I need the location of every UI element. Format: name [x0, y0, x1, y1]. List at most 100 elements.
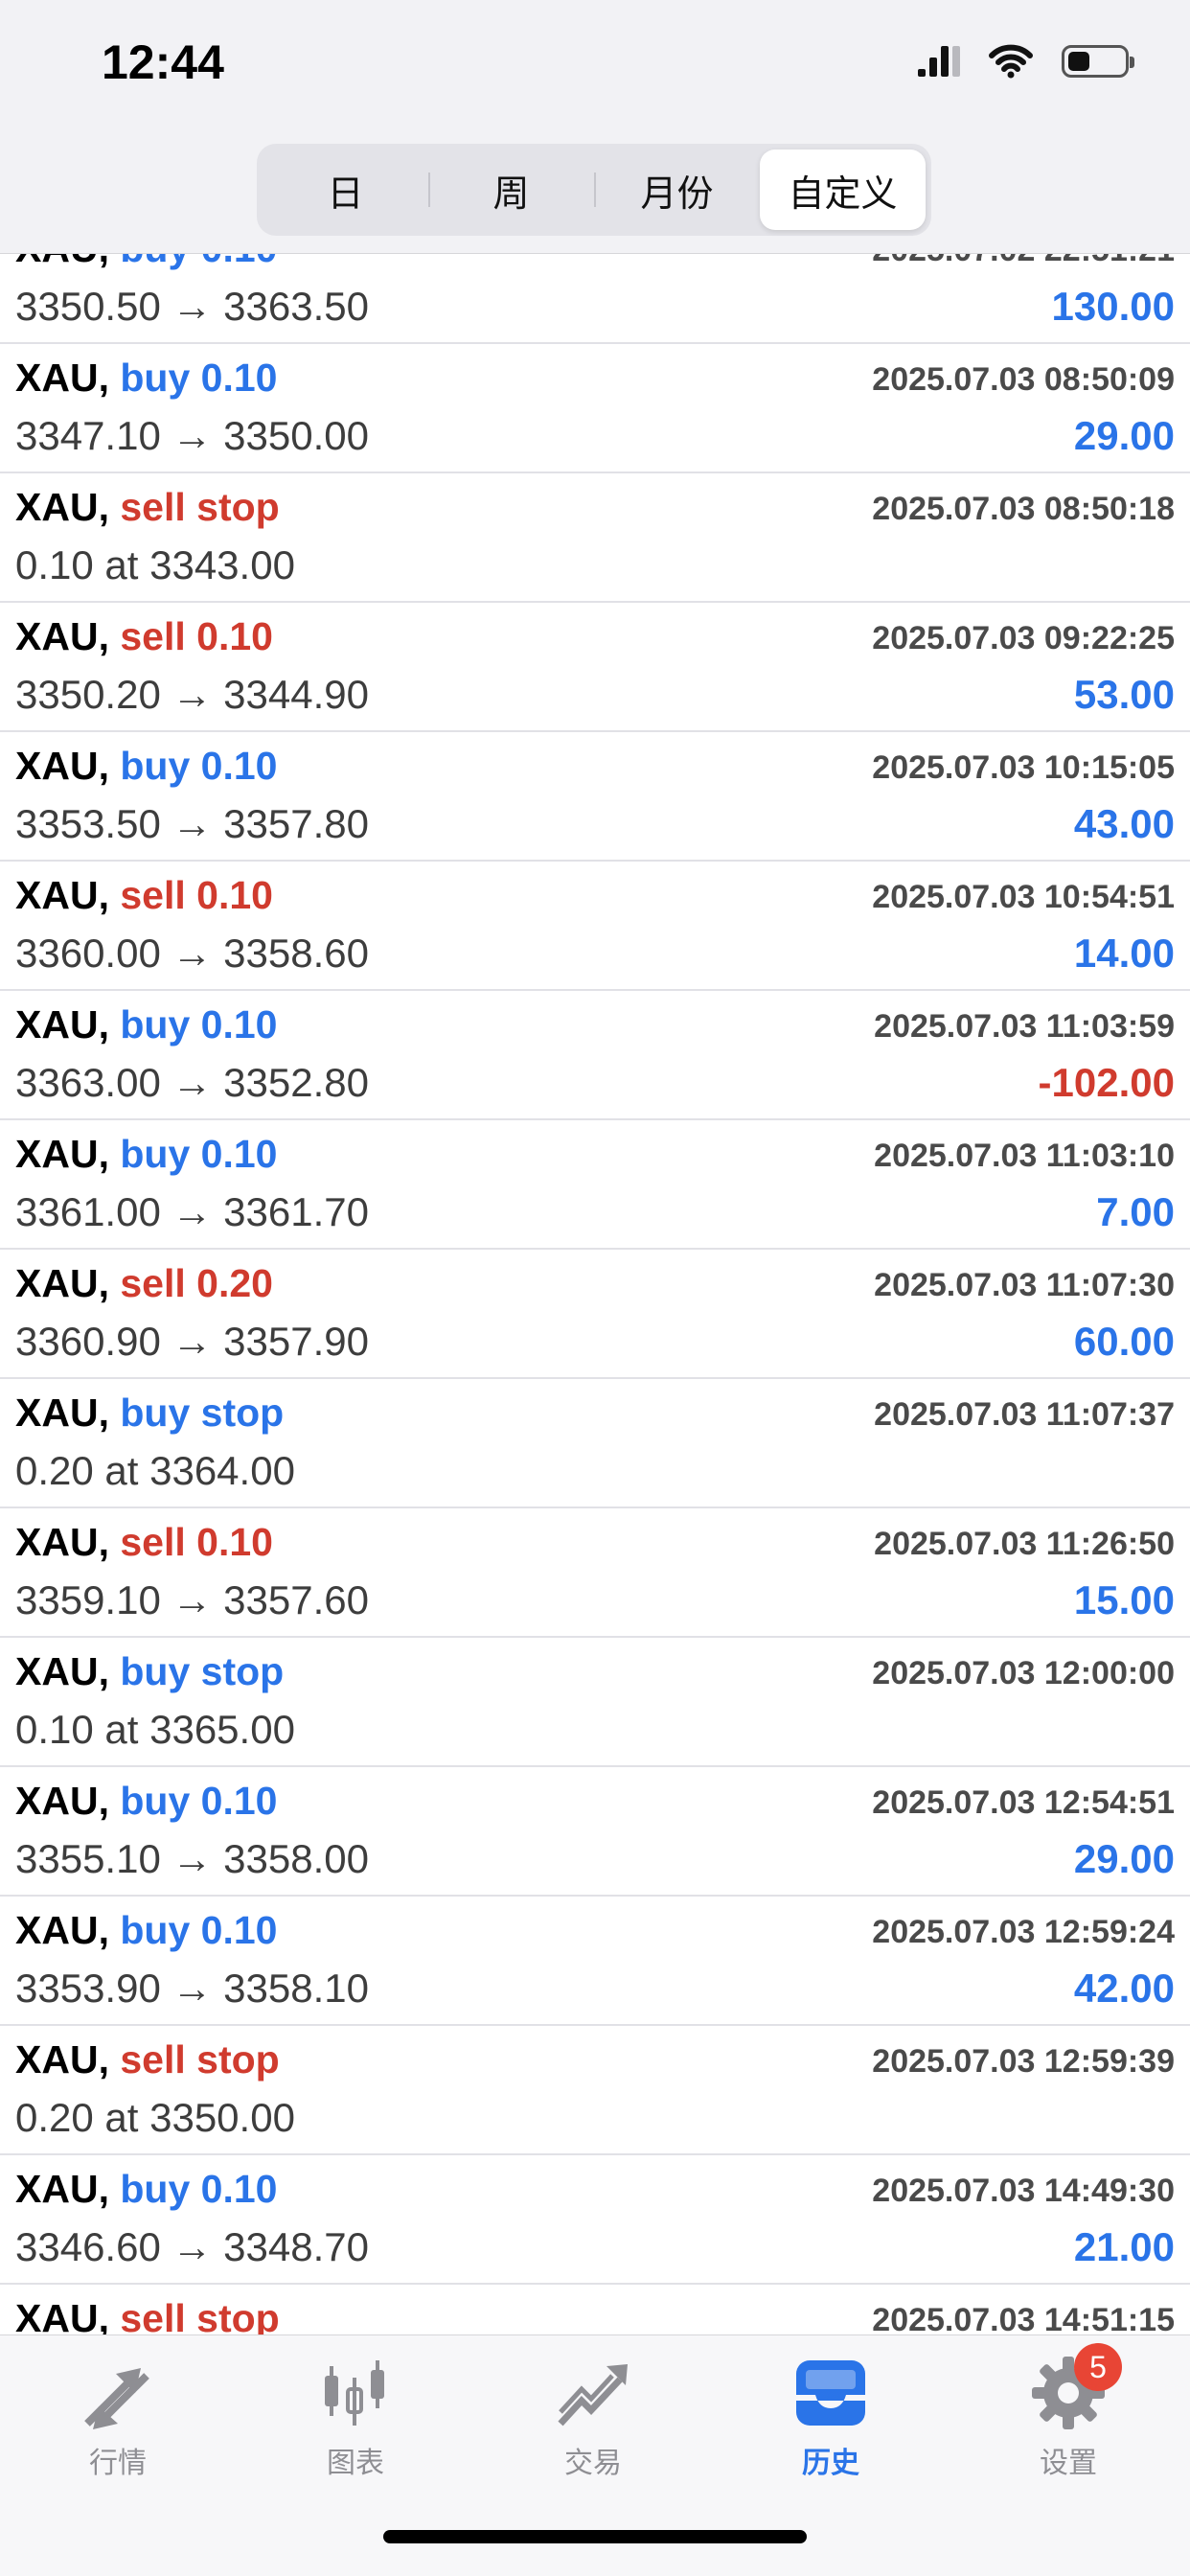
order-action: sell stop [120, 2037, 280, 2082]
battery-icon [1062, 45, 1134, 78]
order-prices: 3361.00 → 3361.70 [15, 1189, 369, 1234]
order-timestamp: 2025.07.03 12:00:00 [872, 1655, 1175, 1691]
order-prices: 0.20 at 3350.00 [15, 2095, 295, 2140]
tab-label: 图表 [327, 2448, 384, 2479]
order-title: XAU, buy 0.10 [15, 1908, 277, 1953]
order-prices: 3346.60 → 3348.70 [15, 2224, 369, 2269]
order-timestamp: 2025.07.03 10:54:51 [872, 879, 1175, 915]
order-timestamp: 2025.07.03 11:07:37 [874, 1396, 1175, 1433]
order-timestamp: 2025.07.03 09:22:25 [872, 620, 1175, 656]
home-indicator[interactable] [383, 2530, 807, 2543]
history-list[interactable]: XAU, buy 0.102025.07.02 22:51:213350.50 … [0, 215, 1190, 2414]
order-title: XAU, buy 0.10 [15, 356, 277, 401]
order-prices: 3359.10 → 3357.60 [15, 1577, 369, 1622]
order-timestamp: 2025.07.03 14:49:30 [872, 2173, 1175, 2209]
segment-tab[interactable]: 自定义 [760, 150, 926, 230]
symbol-label: XAU, [15, 1779, 109, 1823]
wifi-icon [989, 44, 1033, 79]
history-row[interactable]: XAU, sell stop 2025.07.03 08:50:18 0.10 at… [0, 473, 1190, 603]
history-row[interactable]: XAU, buy stop 2025.07.03 11:07:37 0.20 at … [0, 1379, 1190, 1508]
order-action: sell 0.20 [120, 1261, 273, 1305]
order-action: buy 0.10 [120, 1779, 278, 1823]
segment-tab[interactable]: 周 [428, 150, 594, 230]
history-row[interactable]: XAU, buy 0.10 2025.07.03 08:50:09 3347.10 … [0, 344, 1190, 473]
tab-candlestick-chart[interactable]: 图表 [260, 2353, 451, 2496]
order-profit: 29.00 [1073, 413, 1175, 458]
status-time: 12:44 [102, 35, 224, 89]
gear-icon: 5 [1028, 2343, 1122, 2433]
order-title: XAU, sell stop [15, 485, 280, 530]
order-action: buy 0.10 [120, 1002, 278, 1046]
order-prices: 3350.50 → 3363.50 [15, 284, 369, 329]
order-title: XAU, buy 0.10 [15, 1132, 277, 1177]
order-profit: 15.00 [1073, 1577, 1175, 1622]
top-header: 12:44 日周月份 自定义 [0, 0, 1190, 254]
candlestick-chart-icon [315, 2353, 396, 2433]
order-action: buy 0.10 [120, 744, 278, 788]
history-row[interactable]: XAU, buy 0.10 2025.07.03 12:59:24 3353.90 … [0, 1897, 1190, 2026]
history-row[interactable]: XAU, sell stop 2025.07.03 12:59:39 0.20 at… [0, 2026, 1190, 2155]
history-row[interactable]: XAU, sell 0.10 2025.07.03 11:26:50 3359.10… [0, 1508, 1190, 1638]
order-prices: 3355.10 → 3358.00 [15, 1836, 369, 1881]
order-title: XAU, buy 0.10 [15, 2167, 277, 2212]
order-prices: 0.10 at 3365.00 [15, 1707, 295, 1752]
tab-label: 行情 [89, 2448, 147, 2479]
segment-tab[interactable]: 日 [263, 150, 428, 230]
order-prices: 3347.10 → 3350.00 [15, 413, 369, 458]
order-title: XAU, sell 0.10 [15, 873, 273, 918]
order-profit: 21.00 [1073, 2224, 1175, 2269]
order-timestamp: 2025.07.03 12:59:24 [872, 1914, 1175, 1950]
quotes-arrows-icon [78, 2353, 158, 2433]
order-profit: 43.00 [1073, 801, 1175, 846]
order-title: XAU, sell 0.10 [15, 614, 273, 659]
order-action: sell stop [120, 485, 280, 529]
tab-gear[interactable]: 5 设置 [973, 2343, 1164, 2496]
order-action: buy 0.10 [120, 1908, 278, 1952]
order-prices: 3353.50 → 3357.80 [15, 801, 369, 846]
order-profit: 130.00 [1051, 284, 1175, 329]
order-action: sell 0.10 [120, 873, 273, 917]
order-timestamp: 2025.07.03 11:03:59 [874, 1008, 1175, 1045]
order-prices: 3363.00 → 3352.80 [15, 1060, 369, 1105]
symbol-label: XAU, [15, 1261, 109, 1305]
history-row[interactable]: XAU, buy 0.10 2025.07.03 14:49:30 3346.60 … [0, 2155, 1190, 2285]
history-row[interactable]: XAU, buy 0.10 2025.07.03 10:15:05 3353.50 … [0, 732, 1190, 862]
cellular-signal-icon [918, 46, 960, 77]
tab-quotes-arrows[interactable]: 行情 [22, 2353, 214, 2496]
order-title: XAU, buy 0.10 [15, 1779, 277, 1824]
tab-label: 历史 [802, 2448, 859, 2479]
order-prices: 3360.00 → 3358.60 [15, 931, 369, 976]
history-row[interactable]: XAU, buy 0.10 2025.07.03 12:54:51 3355.10 … [0, 1767, 1190, 1897]
order-title: XAU, sell 0.20 [15, 1261, 273, 1306]
order-timestamp: 2025.07.03 12:54:51 [872, 1784, 1175, 1821]
symbol-label: XAU, [15, 2167, 109, 2211]
symbol-label: XAU, [15, 1908, 109, 1952]
history-row[interactable]: XAU, sell 0.10 2025.07.03 09:22:25 3350.20… [0, 603, 1190, 732]
symbol-label: XAU, [15, 485, 109, 529]
symbol-label: XAU, [15, 356, 109, 400]
order-profit: 53.00 [1073, 672, 1175, 717]
order-title: XAU, buy 0.10 [15, 1002, 277, 1047]
order-prices: 3350.20 → 3344.90 [15, 672, 369, 717]
period-segmented-control[interactable]: 日周月份 自定义 [257, 144, 931, 236]
tab-history-inbox[interactable]: 历史 [735, 2353, 927, 2496]
history-screen: XAU, buy 0.102025.07.02 22:51:213350.50 … [0, 0, 1190, 2576]
order-prices: 3360.90 → 3357.90 [15, 1319, 369, 1364]
segment-tab[interactable]: 月份 [594, 150, 760, 230]
order-timestamp: 2025.07.03 11:07:30 [874, 1267, 1175, 1303]
symbol-label: XAU, [15, 744, 109, 788]
order-action: sell 0.10 [120, 1520, 273, 1564]
history-row[interactable]: XAU, buy 0.10 2025.07.03 11:03:59 3363.00 … [0, 991, 1190, 1120]
symbol-label: XAU, [15, 1002, 109, 1046]
history-row[interactable]: XAU, sell 0.20 2025.07.03 11:07:30 3360.90… [0, 1250, 1190, 1379]
symbol-label: XAU, [15, 1391, 109, 1435]
symbol-label: XAU, [15, 1520, 109, 1564]
history-row[interactable]: XAU, sell 0.10 2025.07.03 10:54:51 3360.00… [0, 862, 1190, 991]
order-title: XAU, sell 0.10 [15, 1520, 273, 1565]
tab-trade-line[interactable]: 交易 [497, 2353, 689, 2496]
history-inbox-icon [790, 2353, 871, 2433]
history-row[interactable]: XAU, buy 0.10 2025.07.03 11:03:10 3361.00 … [0, 1120, 1190, 1250]
order-action: sell 0.10 [120, 614, 273, 658]
history-row[interactable]: XAU, buy stop 2025.07.03 12:00:00 0.10 at … [0, 1638, 1190, 1767]
order-profit: -102.00 [1038, 1060, 1175, 1105]
